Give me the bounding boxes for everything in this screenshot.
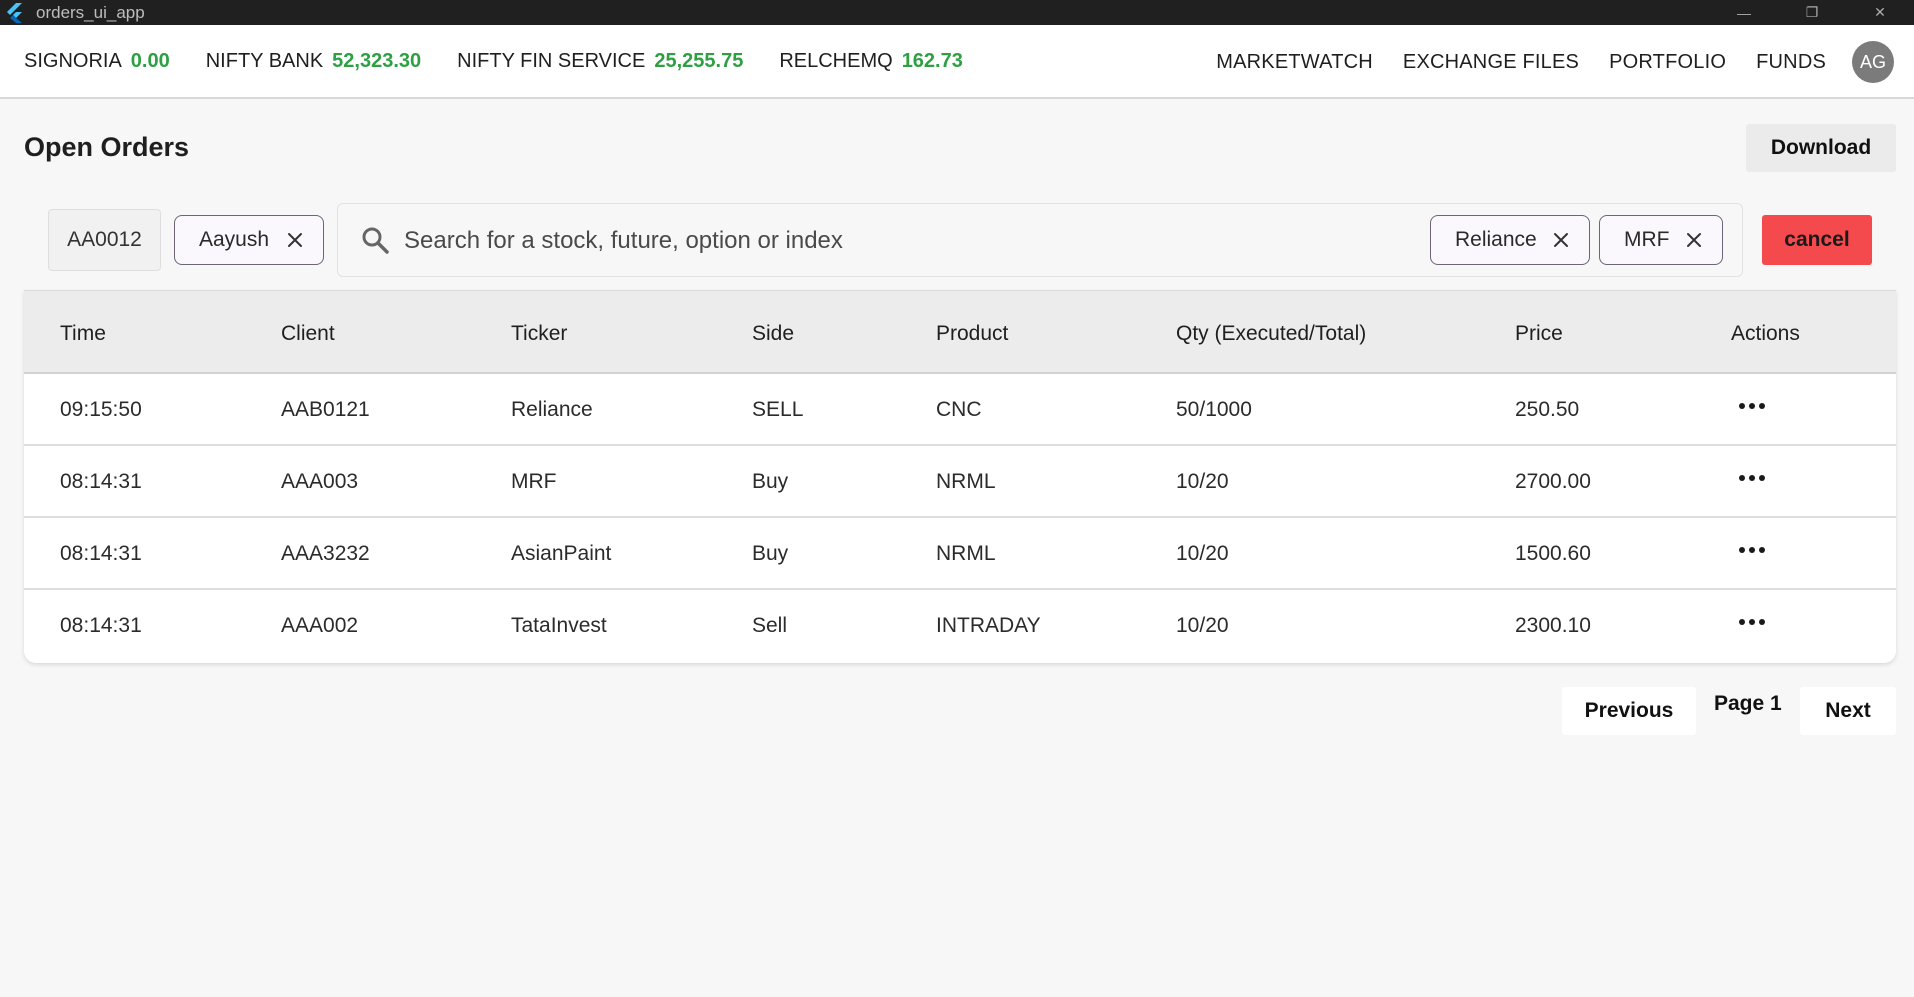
ticker-value: 0.00 bbox=[130, 49, 170, 72]
column-header-side: Side bbox=[752, 322, 795, 345]
cell-qty: 50/1000 bbox=[1176, 398, 1252, 421]
cell-price: 2300.10 bbox=[1515, 614, 1591, 637]
cell-qty: 10/20 bbox=[1176, 614, 1229, 637]
ticker-nifty-bank[interactable]: NIFTY BANK 52,323.30 bbox=[206, 50, 421, 73]
column-header-client: Client bbox=[281, 322, 335, 345]
restore-button[interactable]: ❐ bbox=[1778, 0, 1846, 25]
column-header-time: Time bbox=[60, 322, 106, 345]
client-chip-aayush[interactable]: Aayush bbox=[174, 215, 324, 265]
ticker-value: 162.73 bbox=[901, 49, 963, 72]
window-titlebar: orders_ui_app — ❐ ✕ bbox=[0, 0, 1914, 25]
ticker-signoria[interactable]: SIGNORIA 0.00 bbox=[24, 50, 170, 73]
cell-qty: 10/20 bbox=[1176, 470, 1229, 493]
download-button[interactable]: Download bbox=[1746, 124, 1896, 172]
cell-side: Sell bbox=[752, 614, 788, 637]
cell-client: AAA002 bbox=[281, 614, 359, 637]
cell-client: AAB0121 bbox=[281, 398, 370, 421]
close-icon[interactable] bbox=[1553, 232, 1569, 248]
close-window-button[interactable]: ✕ bbox=[1846, 0, 1914, 25]
previous-page-button[interactable]: Previous bbox=[1562, 687, 1696, 735]
cell-price: 250.50 bbox=[1515, 398, 1580, 421]
chip-label: MRF bbox=[1624, 228, 1670, 251]
stock-chip-reliance[interactable]: Reliance bbox=[1430, 215, 1590, 265]
table-row[interactable]: 09:15:50 AAB0121 Reliance SELL CNC 50/10… bbox=[24, 374, 1896, 446]
chip-label: Aayush bbox=[199, 228, 270, 251]
cell-client: AAA003 bbox=[281, 470, 359, 493]
page-title: Open Orders bbox=[24, 132, 190, 162]
cell-price: 1500.60 bbox=[1515, 542, 1591, 565]
cell-product: INTRADAY bbox=[936, 614, 1041, 637]
cell-time: 08:14:31 bbox=[60, 542, 142, 565]
cell-qty: 10/20 bbox=[1176, 542, 1229, 565]
window-title: orders_ui_app bbox=[36, 2, 145, 22]
minimize-button[interactable]: — bbox=[1710, 0, 1778, 25]
table-row[interactable]: 08:14:31 AAA003 MRF Buy NRML 10/20 2700.… bbox=[24, 446, 1896, 518]
cancel-button[interactable]: cancel bbox=[1762, 215, 1872, 265]
cell-ticker: TataInvest bbox=[511, 614, 607, 637]
cell-ticker: Reliance bbox=[511, 398, 593, 421]
column-header-qty: Qty (Executed/Total) bbox=[1176, 322, 1367, 345]
user-avatar[interactable]: AG bbox=[1852, 41, 1894, 83]
cell-side: Buy bbox=[752, 542, 789, 565]
close-icon[interactable] bbox=[1686, 232, 1702, 248]
cell-product: NRML bbox=[936, 542, 996, 565]
ticker-nifty-fin-service[interactable]: NIFTY FIN SERVICE 25,255.75 bbox=[457, 50, 743, 73]
cell-client: AAA3232 bbox=[281, 542, 370, 565]
table-header: Time Client Ticker Side Product Qty (Exe… bbox=[24, 290, 1896, 374]
stock-chip-mrf[interactable]: MRF bbox=[1599, 215, 1723, 265]
client-code-field[interactable]: AA0012 bbox=[48, 209, 161, 271]
cell-ticker: MRF bbox=[511, 470, 557, 493]
nav-exchange-files[interactable]: EXCHANGE FILES bbox=[1403, 51, 1579, 74]
more-horizontal-icon[interactable] bbox=[1737, 397, 1767, 415]
flutter-logo-icon bbox=[6, 2, 28, 24]
page-indicator: Page 1 bbox=[1714, 692, 1782, 715]
nav-portfolio[interactable]: PORTFOLIO bbox=[1609, 51, 1726, 74]
cell-product: NRML bbox=[936, 470, 996, 493]
cell-time: 09:15:50 bbox=[60, 398, 142, 421]
cell-time: 08:14:31 bbox=[60, 470, 142, 493]
ticker-name: NIFTY FIN SERVICE bbox=[457, 49, 646, 72]
ticker-name: SIGNORIA bbox=[24, 49, 122, 72]
column-header-actions: Actions bbox=[1731, 322, 1800, 345]
column-header-ticker: Ticker bbox=[511, 322, 568, 345]
ticker-value: 25,255.75 bbox=[654, 49, 744, 72]
table-row[interactable]: 08:14:31 AAA002 TataInvest Sell INTRADAY… bbox=[24, 590, 1896, 662]
cell-side: Buy bbox=[752, 470, 789, 493]
cell-time: 08:14:31 bbox=[60, 614, 142, 637]
ticker-value: 52,323.30 bbox=[332, 49, 422, 72]
search-input[interactable]: Search for a stock, future, option or in… bbox=[404, 227, 843, 255]
top-navbar: SIGNORIA 0.00 NIFTY BANK 52,323.30 NIFTY… bbox=[0, 25, 1914, 99]
cell-side: SELL bbox=[752, 398, 804, 421]
ticker-name: RELCHEMQ bbox=[779, 49, 893, 72]
more-horizontal-icon[interactable] bbox=[1737, 541, 1767, 559]
ticker-name: NIFTY BANK bbox=[205, 49, 324, 72]
table-row[interactable]: 08:14:31 AAA3232 AsianPaint Buy NRML 10/… bbox=[24, 518, 1896, 590]
next-page-button[interactable]: Next bbox=[1800, 687, 1896, 735]
cell-product: CNC bbox=[936, 398, 982, 421]
close-icon[interactable] bbox=[287, 232, 303, 248]
cell-ticker: AsianPaint bbox=[511, 542, 612, 565]
cell-price: 2700.00 bbox=[1515, 470, 1591, 493]
nav-funds[interactable]: FUNDS bbox=[1756, 51, 1826, 74]
column-header-product: Product bbox=[936, 322, 1009, 345]
more-horizontal-icon[interactable] bbox=[1737, 469, 1767, 487]
nav-marketwatch[interactable]: MARKETWATCH bbox=[1216, 51, 1373, 74]
ticker-relchemq[interactable]: RELCHEMQ 162.73 bbox=[779, 50, 963, 73]
orders-table: Time Client Ticker Side Product Qty (Exe… bbox=[24, 290, 1896, 663]
more-horizontal-icon[interactable] bbox=[1737, 613, 1767, 631]
column-header-price: Price bbox=[1515, 322, 1563, 345]
chip-label: Reliance bbox=[1455, 228, 1537, 251]
search-icon bbox=[360, 225, 390, 255]
